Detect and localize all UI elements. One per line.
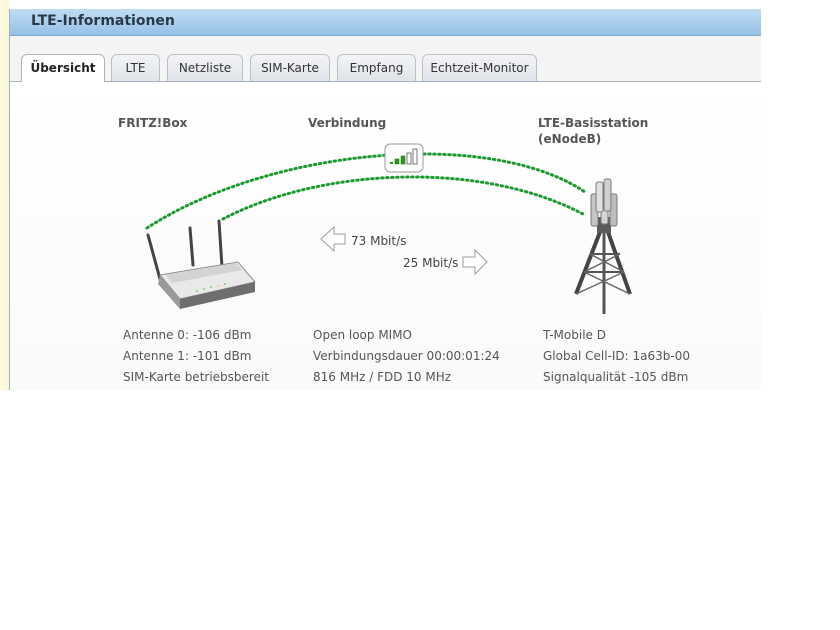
antenna-0-value: Antenne 0: -106 dBm xyxy=(123,328,252,342)
frequency-band: 816 MHz / FDD 10 MHz xyxy=(313,370,452,384)
antenna-1-value: Antenne 1: -101 dBm xyxy=(123,349,252,363)
downlink-rate: 73 Mbit/s xyxy=(351,234,407,248)
connection-duration: Verbindungsdauer 00:00:01:24 xyxy=(313,349,500,363)
signal-strength-icon xyxy=(384,143,424,173)
page-edge xyxy=(0,0,9,390)
tab-echtzeit-monitor[interactable]: Echtzeit-Monitor xyxy=(422,54,537,81)
tab-empfang[interactable]: Empfang xyxy=(337,54,416,81)
provider-name: T-Mobile D xyxy=(543,328,606,342)
uplink-rate: 25 Mbit/s xyxy=(403,256,459,270)
title-bar: LTE-Informationen xyxy=(10,9,761,36)
cell-tower-icon xyxy=(574,178,632,314)
station-heading-line1: LTE-Basisstation xyxy=(538,116,649,130)
sim-status: SIM-Karte betriebsbereit xyxy=(123,370,270,384)
right-arrow-icon xyxy=(462,248,488,276)
tab-lte[interactable]: LTE xyxy=(111,54,160,81)
connection-heading: Verbindung xyxy=(308,116,387,130)
router-icon xyxy=(146,219,256,309)
tab-uebersicht[interactable]: Übersicht xyxy=(21,54,105,82)
overview-content: FRITZ!Box Verbindung LTE-Basisstation (e… xyxy=(10,82,761,390)
page-title: LTE-Informationen xyxy=(31,13,175,29)
link-arc-inner xyxy=(221,175,585,221)
mimo-mode: Open loop MIMO xyxy=(313,328,413,342)
station-heading-line2: (eNodeB) xyxy=(538,132,602,146)
left-arrow-icon xyxy=(320,225,346,253)
global-cell-id: Global Cell-ID: 1a63b-00 xyxy=(543,349,690,363)
tab-netzliste[interactable]: Netzliste xyxy=(167,54,243,81)
lte-info-panel: LTE-Informationen Übersicht LTE Netzlist… xyxy=(9,9,761,390)
station-heading: LTE-Basisstation (eNodeB) xyxy=(538,115,648,147)
tab-bar: Übersicht LTE Netzliste SIM-Karte Empfan… xyxy=(10,36,761,82)
device-heading: FRITZ!Box xyxy=(118,116,188,130)
tab-sim-karte[interactable]: SIM-Karte xyxy=(250,54,330,81)
signal-quality: Signalqualität -105 dBm xyxy=(543,370,689,384)
